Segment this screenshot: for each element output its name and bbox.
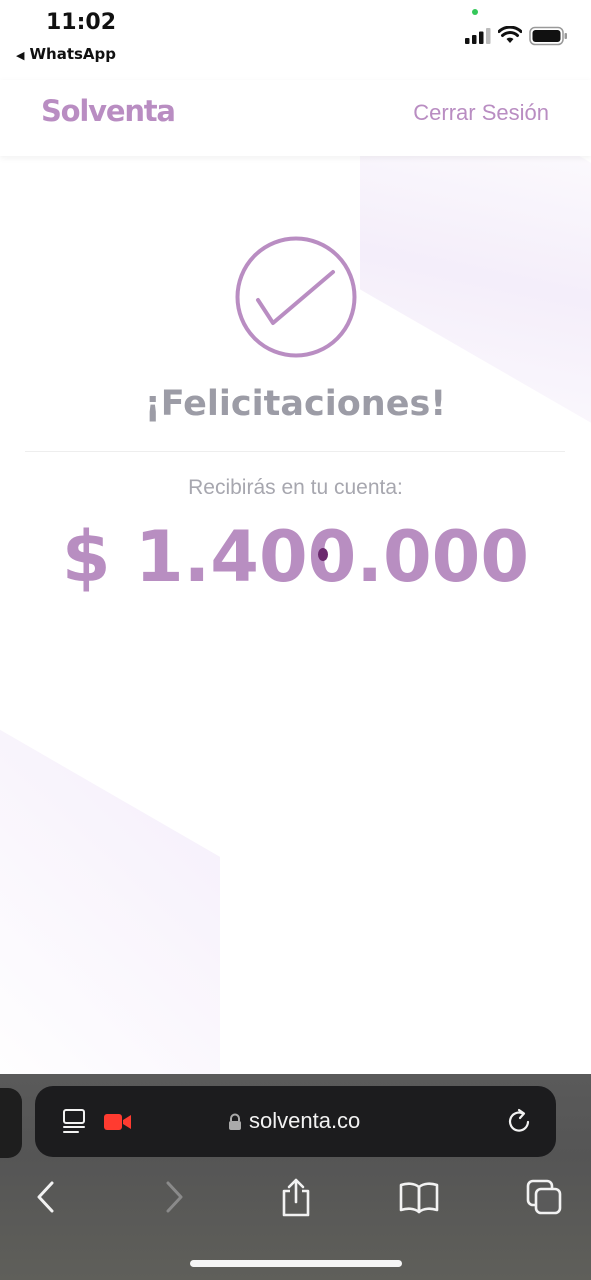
screen-recording-icon[interactable] [104, 1113, 132, 1131]
divider [25, 451, 565, 452]
wifi-icon [498, 26, 522, 43]
book-icon [399, 1182, 439, 1214]
url-text[interactable]: solventa.co [249, 1108, 360, 1134]
chevron-right-icon [166, 1181, 183, 1213]
logout-link[interactable]: Cerrar Sesión [413, 100, 549, 126]
home-indicator[interactable] [190, 1260, 402, 1267]
back-triangle-icon: ◀ [16, 49, 25, 62]
status-bar: 11:02 ◀ WhatsApp [0, 0, 591, 80]
background-shape [0, 695, 220, 1074]
back-button[interactable] [24, 1174, 68, 1220]
page-title: ¡Felicitaciones! [144, 384, 447, 424]
reload-icon[interactable] [506, 1108, 534, 1136]
signal-icon [465, 28, 491, 44]
address-bar[interactable]: solventa.co [35, 1086, 556, 1157]
forward-button[interactable] [152, 1174, 196, 1220]
battery-icon [529, 26, 567, 46]
share-button[interactable] [274, 1174, 318, 1220]
main-content: ¡Felicitaciones! Recibirás en tu cuenta:… [0, 156, 591, 1074]
touch-cursor [318, 548, 328, 561]
tabs-icon [526, 1179, 562, 1215]
screen: 11:02 ◀ WhatsApp Solventa Cerrar Sesión [0, 0, 591, 1280]
success-check-icon [235, 236, 357, 358]
app-header: Solventa Cerrar Sesión [0, 80, 591, 156]
tabs-button[interactable] [522, 1174, 566, 1220]
bookmarks-button[interactable] [397, 1174, 441, 1220]
share-icon [282, 1178, 310, 1217]
reader-mode-icon[interactable] [62, 1108, 88, 1136]
browser-toolbar: solventa.co [0, 1074, 591, 1280]
browser-nav-row [0, 1174, 591, 1220]
back-app-label: WhatsApp [29, 45, 116, 63]
brand-logo[interactable]: Solventa [41, 94, 176, 128]
privacy-indicator-dot [472, 9, 478, 15]
lock-icon [229, 1113, 241, 1130]
previous-tab-peek[interactable] [0, 1088, 22, 1158]
receive-label: Recibirás en tu cuenta: [188, 476, 403, 499]
back-to-app-link[interactable]: ◀ WhatsApp [16, 45, 116, 63]
status-time: 11:02 [46, 10, 117, 35]
amount-value: $ 1.400.000 [61, 516, 530, 598]
chevron-left-icon [37, 1181, 54, 1213]
